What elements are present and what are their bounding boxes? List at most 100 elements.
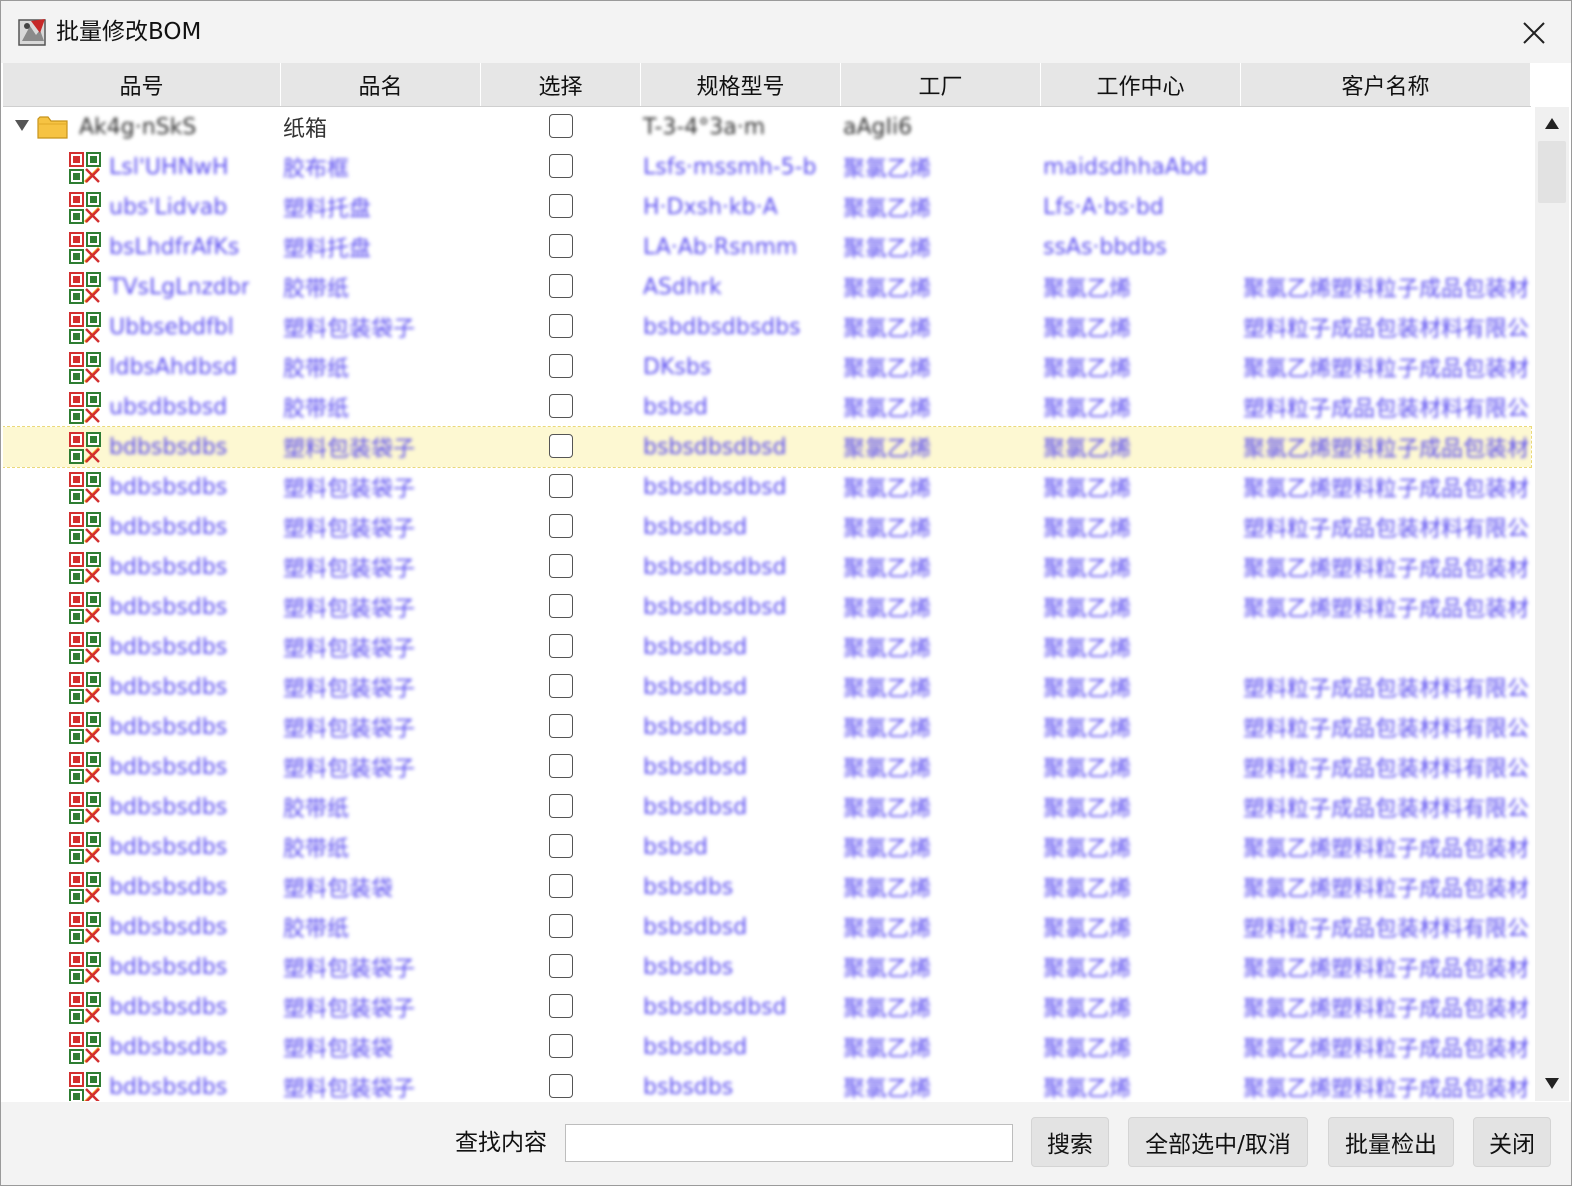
work-center-cell: 聚氯乙烯 — [1043, 517, 1132, 542]
work-center-cell: 聚氯乙烯 — [1043, 477, 1132, 502]
select-checkbox[interactable] — [549, 674, 573, 698]
select-checkbox[interactable] — [549, 234, 573, 258]
select-checkbox[interactable] — [549, 874, 573, 898]
table-row[interactable]: bdbsbsdbs 胶带纸 bsbsd 聚氯乙烯 聚氯乙烯 聚氯乙烯塑料粒子成品包装材料 — [3, 827, 1531, 867]
select-checkbox[interactable] — [549, 514, 573, 538]
table-row[interactable]: bdbsbsdbs 胶带纸 bsbsdbsd 聚氯乙烯 聚氯乙烯 塑料粒子成品包装材料有限… — [3, 787, 1531, 827]
table-row[interactable]: ubs'Lidvab 塑料托盘 H·Dxsh·kb·A 聚氯乙烯 Lfs·A·bs·bd — [3, 187, 1531, 227]
item-no-cell: bdbsbsdbs — [109, 914, 228, 940]
item-name-cell: 胶带纸 — [283, 397, 350, 422]
select-checkbox[interactable] — [549, 314, 573, 338]
factory-cell: 聚氯乙烯 — [843, 357, 932, 382]
table-row[interactable]: bdbsbsdbs 塑料包装袋子 bsbsdbs 聚氯乙烯 聚氯乙烯 聚氯乙烯塑料粒子成品… — [3, 947, 1531, 987]
customer-cell: 聚氯乙烯塑料粒子成品包装材料 — [1243, 1037, 1528, 1062]
select-checkbox[interactable] — [549, 954, 573, 978]
column-header-item-no[interactable]: 品号 — [3, 63, 281, 106]
select-checkbox[interactable] — [549, 834, 573, 858]
select-checkbox[interactable] — [549, 474, 573, 498]
scrollbar-thumb[interactable] — [1538, 141, 1566, 203]
select-checkbox[interactable] — [549, 354, 573, 378]
item-name-cell: 塑料包装袋 — [283, 1037, 394, 1062]
customer-cell: 聚氯乙烯塑料粒子成品包装材料 — [1243, 957, 1528, 982]
select-checkbox[interactable] — [549, 434, 573, 458]
select-checkbox[interactable] — [549, 194, 573, 218]
item-no-cell: TVsLgLnzdbr — [109, 274, 249, 300]
item-no-cell: ubs'Lidvab — [109, 194, 228, 220]
close-window-button[interactable] — [1513, 13, 1555, 53]
select-checkbox[interactable] — [549, 634, 573, 658]
batch-checkout-button[interactable]: 批量检出 — [1328, 1117, 1454, 1167]
bom-item-icon — [69, 312, 101, 344]
triangle-down-icon[interactable] — [11, 115, 33, 137]
column-header-customer[interactable]: 客户名称 — [1241, 63, 1531, 106]
vertical-scrollbar[interactable] — [1535, 107, 1569, 1101]
item-no-cell: bdbsbsdbs — [109, 474, 228, 500]
table-row[interactable]: bdbsbsdbs 塑料包装袋子 bsbsdbsd 聚氯乙烯 聚氯乙烯 塑料粒子成品包装材… — [3, 667, 1531, 707]
select-checkbox[interactable] — [549, 554, 573, 578]
root-select-checkbox[interactable] — [549, 114, 573, 138]
table-row[interactable]: bdbsbsdbs 塑料包装袋 bsbsdbsd 聚氯乙烯 聚氯乙烯 聚氯乙烯塑料粒子成品… — [3, 1027, 1531, 1067]
factory-cell: 聚氯乙烯 — [843, 797, 932, 822]
item-no-cell: bdbsbsdbs — [109, 834, 228, 860]
table-row[interactable]: IdbsAhdbsd 胶带纸 DKsbs 聚氯乙烯 聚氯乙烯 聚氯乙烯塑料粒子成品包装材料 — [3, 347, 1531, 387]
select-checkbox[interactable] — [549, 714, 573, 738]
select-checkbox[interactable] — [549, 394, 573, 418]
select-checkbox[interactable] — [549, 1034, 573, 1058]
customer-cell: 聚氯乙烯塑料粒子成品包装材料 — [1243, 837, 1528, 862]
column-header-spec[interactable]: 规格型号 — [641, 63, 841, 106]
column-header-work-center[interactable]: 工作中心 — [1041, 63, 1241, 106]
table-row[interactable]: bdbsbsdbs 塑料包装袋子 bsbsdbsdbsd 聚氯乙烯 聚氯乙烯 聚氯乙烯塑料… — [3, 426, 1532, 468]
table-row[interactable]: bdbsbsdbs 塑料包装袋子 bsbsdbsdbsd 聚氯乙烯 聚氯乙烯 聚氯乙烯塑料… — [3, 547, 1531, 587]
select-checkbox[interactable] — [549, 274, 573, 298]
table-row[interactable]: bdbsbsdbs 塑料包装袋子 bsbsdbsdbsd 聚氯乙烯 聚氯乙烯 聚氯乙烯塑料… — [3, 467, 1531, 507]
table-row[interactable]: bdbsbsdbs 塑料包装袋子 bsbsdbs 聚氯乙烯 聚氯乙烯 聚氯乙烯塑料粒子成品… — [3, 1067, 1531, 1101]
table-row[interactable]: bdbsbsdbs 塑料包装袋子 bsbsdbsd 聚氯乙烯 聚氯乙烯 塑料粒子成品包装材… — [3, 507, 1531, 547]
app-icon — [18, 19, 46, 46]
table-row[interactable]: bdbsbsdbs 塑料包装袋子 bsbsdbsd 聚氯乙烯 聚氯乙烯 — [3, 627, 1531, 667]
select-checkbox[interactable] — [549, 1074, 573, 1098]
arrow-down-icon[interactable] — [1535, 1067, 1569, 1101]
select-checkbox[interactable] — [549, 154, 573, 178]
work-center-cell: ssAs·bbdbs — [1043, 234, 1167, 260]
table-row[interactable]: bdbsbsdbs 胶带纸 bsbsdbsd 聚氯乙烯 聚氯乙烯 塑料粒子成品包装材料有限… — [3, 907, 1531, 947]
table-row[interactable]: bdbsbsdbs 塑料包装袋子 bsbsdbsd 聚氯乙烯 聚氯乙烯 塑料粒子成品包装材… — [3, 707, 1531, 747]
spec-cell: bsbsdbsdbsd — [643, 474, 787, 500]
table-row[interactable]: Ubbsebdfbl 塑料包装袋子 bsbdbsdbsdbs 聚氯乙烯 聚氯乙烯 塑料粒子… — [3, 307, 1531, 347]
root-item-no: Ak4g·nSkS — [79, 114, 197, 140]
table-row[interactable]: Lsl'UHNwH 胶布框 Lsfs·mssmh-5-b 聚氯乙烯 maidsdhhaA… — [3, 147, 1531, 187]
table-row[interactable]: ubsdbsbsd 胶带纸 bsbsd 聚氯乙烯 聚氯乙烯 塑料粒子成品包装材料有限公司 — [3, 387, 1531, 427]
table-row[interactable]: bsLhdfrAfKs 塑料托盘 LA·Ab·Rsnmm 聚氯乙烯 ssAs·bbdbs — [3, 227, 1531, 267]
customer-cell: 塑料粒子成品包装材料有限公司 — [1243, 397, 1528, 422]
table-row[interactable]: bdbsbsdbs 塑料包装袋子 bsbsdbsd 聚氯乙烯 聚氯乙烯 塑料粒子成品包装材… — [3, 747, 1531, 787]
select-checkbox[interactable] — [549, 594, 573, 618]
table-row[interactable]: bdbsbsdbs 塑料包装袋子 bsbsdbsdbsd 聚氯乙烯 聚氯乙烯 聚氯乙烯塑料… — [3, 587, 1531, 627]
select-checkbox[interactable] — [549, 754, 573, 778]
item-name-cell: 塑料包装袋子 — [283, 957, 416, 982]
search-button[interactable]: 搜索 — [1031, 1117, 1109, 1167]
select-checkbox[interactable] — [549, 994, 573, 1018]
select-all-toggle-button[interactable]: 全部选中/取消 — [1128, 1117, 1308, 1167]
bom-batch-edit-window: 批量修改BOM 品号 品名 选择 规格型号 工厂 工作中心 客户名称 Ak4g·… — [0, 0, 1572, 1186]
select-checkbox[interactable] — [549, 794, 573, 818]
item-no-cell: bdbsbsdbs — [109, 594, 228, 620]
customer-cell: 聚氯乙烯塑料粒子成品包装材料 — [1243, 437, 1528, 462]
item-no-cell: Ubbsebdfbl — [109, 314, 234, 340]
customer-cell: 塑料粒子成品包装材料有限公司 — [1243, 517, 1528, 542]
tree-root-row[interactable]: Ak4g·nSkS 纸箱 T-3-4°3a·m aAgIi6 — [3, 107, 1531, 147]
table-row[interactable]: bdbsbsdbs 塑料包装袋 bsbsdbs 聚氯乙烯 聚氯乙烯 聚氯乙烯塑料粒子成品包… — [3, 867, 1531, 907]
bom-item-icon — [69, 672, 101, 704]
column-header-item-name[interactable]: 品名 — [281, 63, 481, 106]
arrow-up-icon[interactable] — [1535, 107, 1569, 141]
close-button[interactable]: 关闭 — [1473, 1117, 1551, 1167]
column-header-factory[interactable]: 工厂 — [841, 63, 1041, 106]
search-input[interactable] — [565, 1124, 1013, 1162]
factory-cell: 聚氯乙烯 — [843, 317, 932, 342]
select-checkbox[interactable] — [549, 914, 573, 938]
column-header-select[interactable]: 选择 — [481, 63, 641, 106]
table-row[interactable]: bdbsbsdbs 塑料包装袋子 bsbsdbsdbsd 聚氯乙烯 聚氯乙烯 聚氯乙烯塑料… — [3, 987, 1531, 1027]
factory-cell: 聚氯乙烯 — [843, 1037, 932, 1062]
customer-cell — [1243, 187, 1528, 227]
table-row[interactable]: TVsLgLnzdbr 胶带纸 ASdhrk 聚氯乙烯 聚氯乙烯 聚氯乙烯塑料粒子成品包装… — [3, 267, 1531, 307]
item-no-cell: bdbsbsdbs — [109, 994, 228, 1020]
item-name-cell: 塑料托盘 — [283, 197, 372, 222]
